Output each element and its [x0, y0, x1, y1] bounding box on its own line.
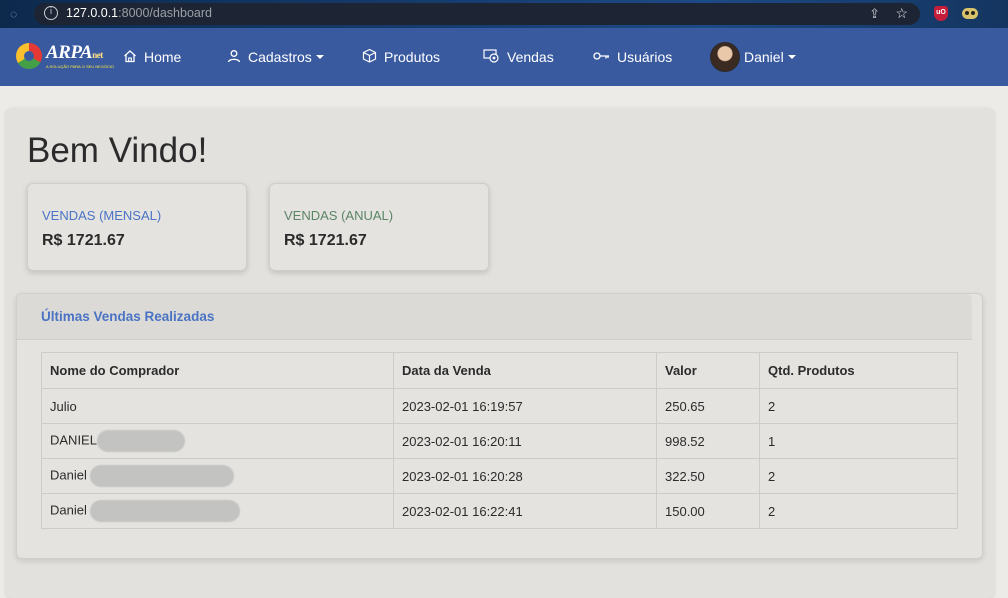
chevron-down-icon: [315, 55, 324, 59]
url-host: 127.0.0.1: [66, 6, 119, 20]
date-cell: 2023-02-01 16:19:57: [393, 388, 657, 424]
nav-vendas[interactable]: Vendas: [483, 28, 554, 86]
stat-monthly-label: VENDAS (MENSAL): [42, 208, 162, 223]
stat-card-annual: VENDAS (ANUAL) R$ 1721.67: [269, 183, 489, 271]
redaction-blur: [90, 500, 241, 522]
table-row[interactable]: Daniel 2023-02-01 16:22:41 150.00 2: [41, 493, 958, 529]
qty-cell: 1: [759, 423, 958, 459]
page-title: Bem Vindo!: [27, 131, 208, 170]
stat-annual-value: R$ 1721.67: [284, 232, 367, 249]
redaction-blur: [90, 465, 235, 487]
buyer-cell: Julio: [41, 388, 394, 424]
site-info-icon[interactable]: i: [44, 6, 58, 20]
column-header-date[interactable]: Data da Venda: [393, 352, 657, 389]
avatar: [710, 42, 740, 72]
recent-sales-header: Últimas Vendas Realizadas: [17, 294, 972, 340]
nav-usuarios[interactable]: Usuários: [593, 28, 672, 86]
browser-menu-icon[interactable]: ◌: [10, 7, 24, 21]
buyer-name: DANIEL: [50, 432, 97, 448]
stat-annual-label: VENDAS (ANUAL): [284, 208, 394, 223]
address-url[interactable]: 127.0.0.1:8000/dashboard: [66, 6, 212, 20]
buyer-name: Daniel: [50, 467, 87, 483]
recycle-logo-icon: [16, 43, 42, 69]
user-name: Daniel: [744, 49, 784, 65]
nav-cadastros[interactable]: Cadastros: [227, 28, 324, 86]
bookmark-star-icon[interactable]: ☆: [895, 5, 908, 22]
buyer-cell: Daniel: [41, 493, 394, 529]
stat-monthly-value: R$ 1721.67: [42, 232, 125, 249]
nav-cadastros-label: Cadastros: [248, 49, 312, 65]
date-cell: 2023-02-01 16:20:11: [393, 423, 657, 459]
value-cell: 250.65: [656, 388, 760, 424]
address-bar[interactable]: i 127.0.0.1:8000/dashboard ⇪ ☆: [34, 3, 920, 25]
table-row[interactable]: Julio 2023-02-01 16:19:57 250.65 2: [41, 388, 958, 424]
ublock-extension-icon[interactable]: uO: [934, 6, 948, 21]
nav-home[interactable]: Home: [123, 28, 181, 86]
buyer-cell: DANIEL: [41, 423, 394, 459]
table-header-row: Nome do Comprador Data da Venda Valor Qt…: [41, 352, 958, 389]
recent-sales-card: Últimas Vendas Realizadas Nome do Compra…: [16, 293, 983, 559]
recent-sales-title: Últimas Vendas Realizadas: [41, 309, 215, 324]
table-row[interactable]: Daniel 2023-02-01 16:20:28 322.50 2: [41, 458, 958, 494]
value-cell: 322.50: [656, 458, 760, 494]
qty-cell: 2: [759, 388, 958, 424]
key-icon: [593, 50, 610, 64]
app-navbar: ARPAnet A SOLUÇÃO PARA O SEU NEGÓCIO Hom…: [0, 28, 1008, 86]
nav-home-label: Home: [144, 49, 182, 65]
buyer-name: Daniel: [50, 502, 87, 518]
nav-produtos-label: Produtos: [384, 49, 441, 65]
column-header-buyer[interactable]: Nome do Comprador: [41, 352, 394, 389]
value-cell: 150.00: [656, 493, 760, 529]
stat-card-monthly: VENDAS (MENSAL) R$ 1721.67: [27, 183, 247, 271]
sales-table: Nome do Comprador Data da Venda Valor Qt…: [41, 352, 958, 529]
buyer-name: Julio: [50, 398, 77, 414]
home-icon: [123, 49, 137, 66]
column-header-value[interactable]: Valor: [656, 352, 760, 389]
table-row[interactable]: DANIEL 2023-02-01 16:20:11 998.52 1: [41, 423, 958, 459]
buyer-cell: Daniel: [41, 458, 394, 494]
qty-cell: 2: [759, 493, 958, 529]
user-menu[interactable]: Daniel: [710, 28, 796, 86]
cash-icon: [483, 48, 500, 66]
person-icon: [227, 49, 241, 66]
nav-vendas-label: Vendas: [507, 49, 554, 65]
column-header-qty[interactable]: Qtd. Produtos: [759, 352, 958, 389]
nav-produtos[interactable]: Produtos: [362, 28, 440, 86]
url-path: :8000/dashboard: [118, 6, 212, 20]
brand-logo[interactable]: ARPAnet A SOLUÇÃO PARA O SEU NEGÓCIO: [16, 42, 114, 72]
share-icon[interactable]: ⇪: [869, 6, 880, 22]
brand-tagline: A SOLUÇÃO PARA O SEU NEGÓCIO: [46, 64, 115, 69]
extension-mask-icon[interactable]: [962, 8, 978, 19]
browser-toolbar: ◌ i 127.0.0.1:8000/dashboard ⇪ ☆ uO: [0, 0, 1008, 28]
date-cell: 2023-02-01 16:22:41: [393, 493, 657, 529]
brand-name: ARPAnet: [46, 42, 103, 63]
box-icon: [362, 48, 377, 66]
qty-cell: 2: [759, 458, 958, 494]
redaction-blur: [96, 430, 185, 452]
chevron-down-icon: [787, 55, 796, 59]
nav-usuarios-label: Usuários: [617, 49, 673, 65]
value-cell: 998.52: [656, 423, 760, 459]
date-cell: 2023-02-01 16:20:28: [393, 458, 657, 494]
